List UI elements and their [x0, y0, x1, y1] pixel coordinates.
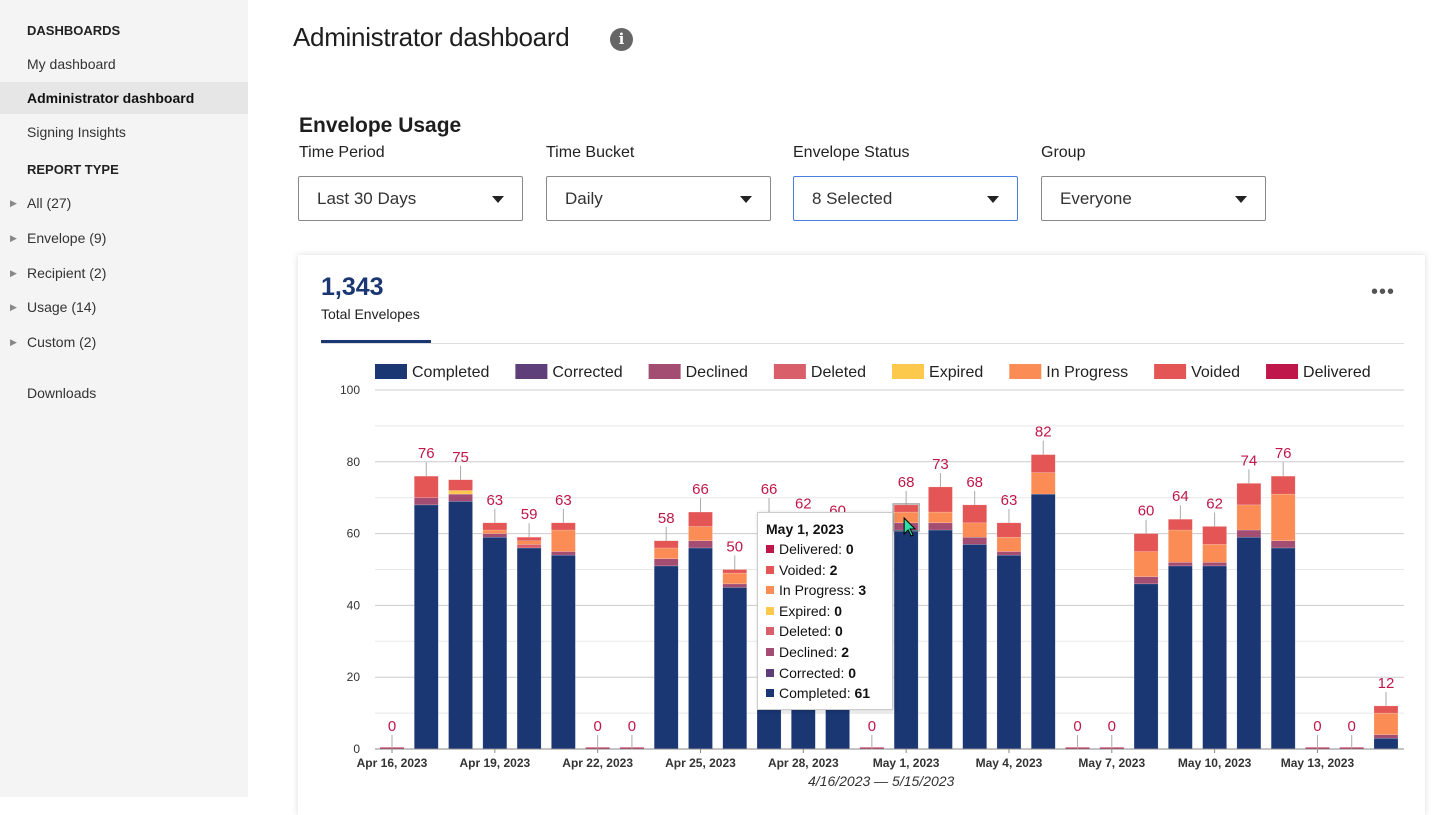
select-value: Everyone	[1060, 189, 1132, 208]
report-recipient[interactable]: ▶ Recipient (2)	[0, 257, 248, 289]
time-bucket-select[interactable]: Daily	[546, 176, 771, 221]
caret-down-icon	[1235, 196, 1247, 203]
tooltip-series-value: 2	[830, 562, 838, 578]
chart-tooltip: May 1, 2023 Delivered: 0Voided: 2In Prog…	[757, 512, 893, 710]
tooltip-row: Completed: 61	[766, 685, 884, 706]
time-bucket-label: Time Bucket	[546, 144, 634, 162]
tab-divider	[321, 343, 1404, 344]
tooltip-series-name: Expired:	[779, 603, 834, 619]
envelope-status-select[interactable]: 8 Selected	[793, 176, 1018, 221]
caret-down-icon	[492, 196, 504, 203]
tooltip-series-value: 0	[848, 665, 856, 681]
report-label: Custom (2)	[27, 334, 96, 350]
report-label: All (27)	[27, 195, 71, 211]
legend-square-icon	[766, 607, 774, 615]
dashboards-heading: DASHBOARDS	[0, 23, 120, 38]
legend-square-icon	[766, 586, 774, 594]
time-period-select[interactable]: Last 30 Days	[298, 176, 523, 221]
legend-square-icon	[766, 669, 774, 677]
tooltip-row: Deleted: 0	[766, 623, 884, 644]
report-usage[interactable]: ▶ Usage (14)	[0, 291, 248, 323]
group-select[interactable]: Everyone	[1041, 176, 1266, 221]
info-icon[interactable]: i	[610, 28, 633, 51]
tooltip-series-name: Corrected:	[779, 665, 848, 681]
legend-square-icon	[766, 566, 774, 574]
expand-triangle-icon: ▶	[10, 291, 17, 323]
select-value: 8 Selected	[812, 189, 892, 208]
page-title: Administrator dashboard	[293, 22, 569, 53]
report-type-heading: REPORT TYPE	[0, 162, 119, 177]
tooltip-series-value: 0	[834, 603, 842, 619]
x-axis-title: 4/16/2023 — 5/15/2023	[808, 773, 954, 789]
report-label: Recipient (2)	[27, 265, 106, 281]
tooltip-row: Expired: 0	[766, 603, 884, 624]
legend-square-icon	[766, 627, 774, 635]
tooltip-row: Delivered: 0	[766, 541, 884, 562]
section-title: Envelope Usage	[299, 114, 461, 138]
tooltip-row: Declined: 2	[766, 644, 884, 665]
tooltip-row: Corrected: 0	[766, 665, 884, 686]
select-value: Last 30 Days	[317, 189, 416, 208]
tooltip-series-name: Deleted:	[779, 623, 835, 639]
sidebar-item-downloads[interactable]: Downloads	[0, 377, 248, 409]
sidebar-item-signing-insights[interactable]: Signing Insights	[0, 116, 248, 148]
tooltip-row: Voided: 2	[766, 562, 884, 583]
tooltip-row: In Progress: 3	[766, 582, 884, 603]
sidebar-item-administrator-dashboard[interactable]: Administrator dashboard	[0, 82, 248, 114]
envelope-status-label: Envelope Status	[793, 144, 910, 162]
tooltip-series-name: In Progress:	[779, 582, 858, 598]
expand-triangle-icon: ▶	[10, 222, 17, 254]
report-label: Envelope (9)	[27, 230, 106, 246]
legend-square-icon	[766, 648, 774, 656]
time-period-label: Time Period	[299, 144, 385, 162]
total-envelopes-value: 1,343	[321, 273, 384, 302]
tooltip-series-name: Declined:	[779, 644, 841, 660]
legend-square-icon	[766, 689, 774, 697]
tooltip-series-name: Delivered:	[779, 541, 846, 557]
report-envelope[interactable]: ▶ Envelope (9)	[0, 222, 248, 254]
select-value: Daily	[565, 189, 603, 208]
expand-triangle-icon: ▶	[10, 257, 17, 289]
tooltip-series-value: 2	[841, 644, 849, 660]
tooltip-series-name: Completed:	[779, 685, 854, 701]
tooltip-series-value: 61	[854, 685, 870, 701]
caret-down-icon	[987, 196, 999, 203]
tooltip-series-name: Voided:	[779, 562, 830, 578]
sidebar-item-my-dashboard[interactable]: My dashboard	[0, 48, 248, 80]
report-custom[interactable]: ▶ Custom (2)	[0, 326, 248, 358]
total-envelopes-label: Total Envelopes	[321, 306, 420, 322]
more-options-icon[interactable]: •••	[1371, 287, 1395, 297]
legend-square-icon	[766, 545, 774, 553]
tooltip-series-value: 0	[835, 623, 843, 639]
expand-triangle-icon: ▶	[10, 187, 17, 219]
expand-triangle-icon: ▶	[10, 326, 17, 358]
sidebar: DASHBOARDS My dashboard Administrator da…	[0, 0, 248, 797]
report-label: Usage (14)	[27, 299, 96, 315]
report-all[interactable]: ▶ All (27)	[0, 187, 248, 219]
tooltip-title: May 1, 2023	[766, 521, 884, 537]
tooltip-series-value: 0	[846, 541, 854, 557]
group-label: Group	[1041, 144, 1085, 162]
caret-down-icon	[740, 196, 752, 203]
tooltip-series-value: 3	[858, 582, 866, 598]
